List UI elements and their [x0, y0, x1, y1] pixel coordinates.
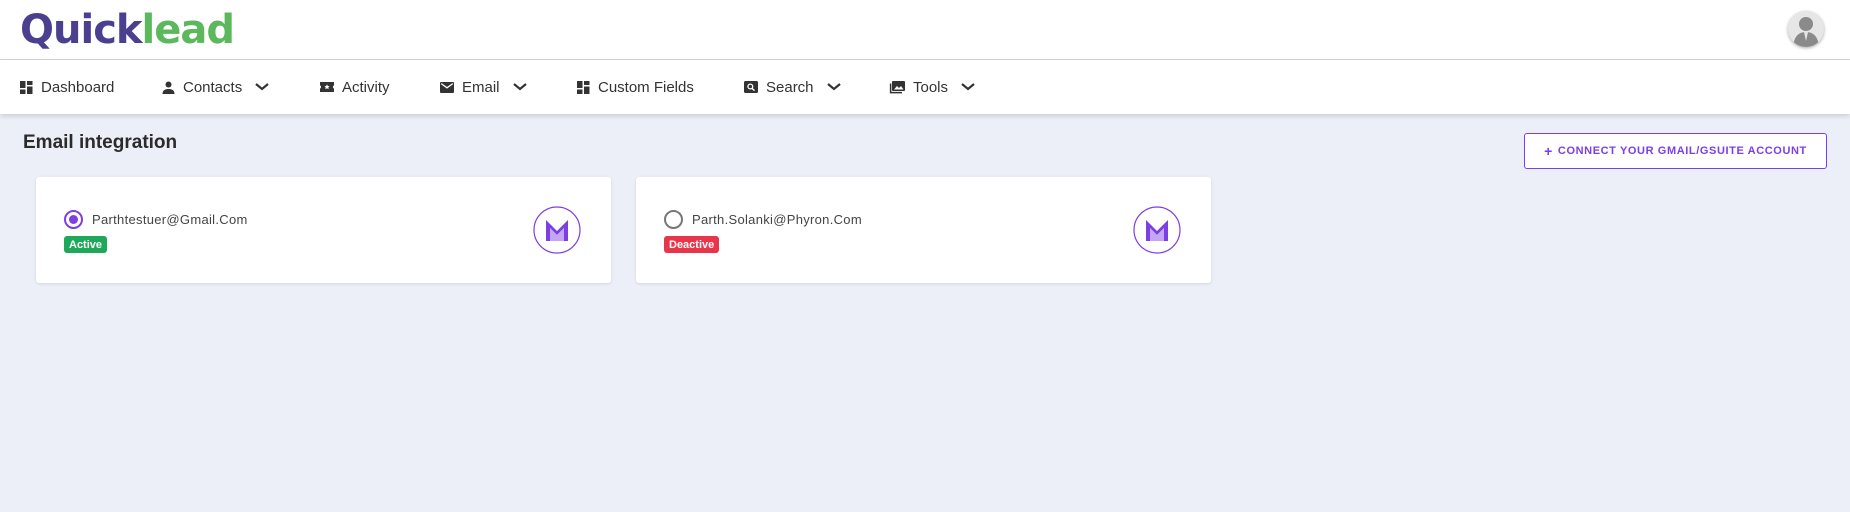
nav-search[interactable]: Search [744, 60, 842, 114]
account-radio[interactable] [64, 210, 83, 229]
gmail-icon [1133, 206, 1181, 254]
nav-label: Custom Fields [598, 78, 694, 96]
nav-dashboard[interactable]: Dashboard [19, 60, 114, 114]
plus-icon: + [1544, 143, 1553, 159]
nav-activity[interactable]: Activity [320, 60, 390, 114]
account-radio[interactable] [664, 210, 683, 229]
chevron-down-icon [960, 82, 976, 92]
logo-text-lead: lead [141, 7, 235, 53]
account-email: Parth.Solanki@Phyron.Com [692, 212, 862, 227]
chevron-down-icon [254, 82, 270, 92]
nav-label: Tools [913, 78, 949, 96]
status-badge: Deactive [664, 236, 720, 253]
connect-button-label: CONNECT YOUR GMAIL/GSUITE ACCOUNT [1557, 145, 1807, 157]
user-avatar[interactable] [1788, 11, 1824, 47]
dashboard-icon [576, 80, 590, 94]
nav-label: Search [766, 78, 814, 96]
mail-icon [440, 80, 454, 94]
main-navigation: Dashboard Contacts Activity Email Custom… [0, 60, 1850, 114]
nav-label: Contacts [183, 78, 243, 96]
top-bar: Quick lead [0, 0, 1850, 60]
account-email: Parthtestuer@Gmail.Com [92, 212, 248, 227]
photo-library-icon [889, 80, 905, 94]
search-box-icon [744, 80, 758, 94]
chevron-down-icon [826, 82, 842, 92]
person-icon [161, 80, 175, 94]
nav-label: Dashboard [41, 78, 115, 96]
ticket-icon [320, 80, 334, 94]
nav-tools[interactable]: Tools [889, 60, 976, 114]
quicklead-logo[interactable]: Quick lead [20, 7, 235, 53]
gmail-icon [533, 206, 581, 254]
page-title: Email integration [23, 132, 178, 153]
nav-label: Email [462, 78, 500, 96]
connect-gmail-button[interactable]: + CONNECT YOUR GMAIL/GSUITE ACCOUNT [1524, 133, 1827, 169]
nav-custom-fields[interactable]: Custom Fields [576, 60, 694, 114]
email-account-card: Parthtestuer@Gmail.Com Active [36, 177, 611, 283]
logo-text-quick: Quick [20, 7, 143, 53]
status-badge: Active [64, 236, 108, 253]
chevron-down-icon [512, 82, 528, 92]
dashboard-icon [19, 80, 33, 94]
nav-label: Activity [342, 78, 390, 96]
email-account-card: Parth.Solanki@Phyron.Com Deactive [636, 177, 1211, 283]
nav-email[interactable]: Email [440, 60, 528, 114]
nav-contacts[interactable]: Contacts [161, 60, 270, 114]
user-silhouette-icon [1793, 17, 1819, 47]
